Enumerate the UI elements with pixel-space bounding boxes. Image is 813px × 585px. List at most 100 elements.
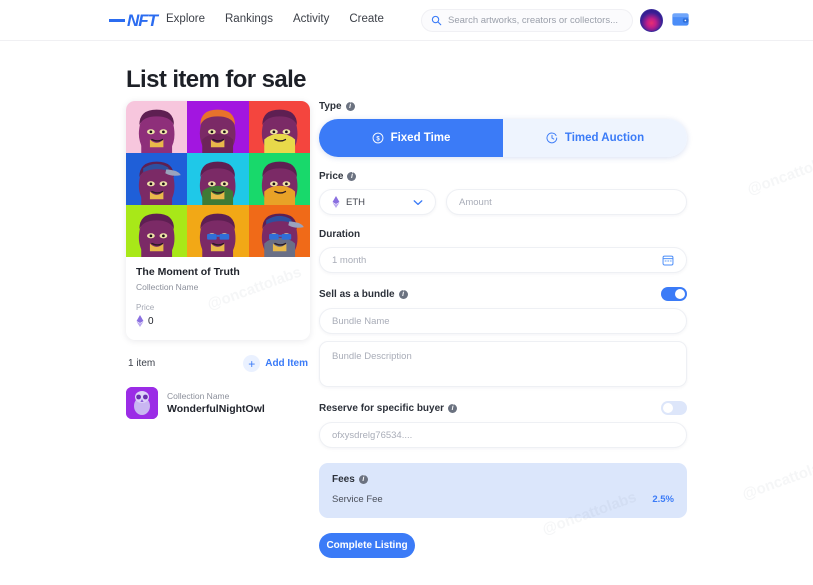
nav-item-activity[interactable]: Activity (293, 13, 329, 25)
owl-artwork (126, 387, 158, 419)
reserve-label: Reserve for specific buyer i (319, 403, 458, 414)
card-price-value: 0 (148, 315, 154, 327)
fees-label-text: Fees (332, 474, 355, 485)
dollar-circle-icon: $ (372, 132, 383, 144)
info-icon[interactable]: i (345, 102, 355, 111)
bundle-toggle[interactable] (661, 287, 687, 301)
avatar-artwork (138, 161, 181, 205)
page-title: List item for sale (126, 66, 307, 93)
price-row: ETH Amount (319, 189, 687, 215)
list-item[interactable]: Collection Name WonderfulNightOwl (126, 387, 310, 419)
bundle-description-input[interactable]: Bundle Description (319, 341, 687, 387)
bundle-name-row: Bundle Name (319, 308, 687, 334)
bundle-label: Sell as a bundle i (319, 289, 408, 300)
item-count: 1 item (128, 358, 156, 369)
type-label-text: Type (319, 101, 342, 112)
fee-value: 2.5% (652, 494, 674, 505)
add-item-button[interactable]: + Add Item (243, 355, 308, 372)
bundle-description-row: Bundle Description (319, 341, 687, 387)
type-option-fixed-time-label: Fixed Time (390, 132, 451, 144)
fee-name: Service Fee (332, 494, 383, 505)
type-toggle-group: $ Fixed Time Timed Auction (319, 119, 687, 157)
type-option-timed-auction-label: Timed Auction (564, 132, 645, 144)
listing-form: Type i $ Fixed Time Timed Auction Price … (319, 101, 687, 558)
price-label: Price i (319, 171, 687, 182)
ethereum-icon (136, 315, 144, 327)
bundle-name-input[interactable]: Bundle Name (319, 308, 687, 334)
bundle-description-placeholder: Bundle Description (332, 351, 412, 362)
logo[interactable]: NFT (109, 11, 158, 31)
currency-value: ETH (332, 196, 365, 208)
price-label-text: Price (319, 171, 344, 182)
type-label: Type i (319, 101, 687, 112)
svg-text:$: $ (376, 136, 380, 142)
duration-input[interactable]: 1 month (319, 247, 687, 273)
card-collection: Collection Name (136, 282, 199, 292)
info-icon[interactable]: i (347, 172, 357, 181)
info-icon[interactable]: i (358, 475, 368, 484)
nav-item-explore[interactable]: Explore (166, 13, 205, 25)
avatar[interactable] (640, 9, 663, 32)
info-icon[interactable]: i (398, 289, 408, 299)
item-thumbnail (126, 387, 158, 419)
currency-label: ETH (346, 196, 365, 208)
calendar-icon[interactable] (662, 254, 674, 266)
artwork-grid (126, 101, 310, 257)
toggle-knob (663, 403, 673, 413)
amount-placeholder: Amount (459, 196, 492, 208)
reserve-header: Reserve for specific buyer i (319, 401, 687, 415)
artwork-tile (187, 205, 249, 257)
plus-icon: + (243, 355, 261, 372)
item-name: WonderfulNightOwl (167, 403, 265, 415)
page-root: NFT Explore Rankings Activity Create Sea… (0, 0, 813, 585)
reserve-address-input[interactable]: ofxysdrelg76534.... (319, 422, 687, 448)
avatar-artwork (261, 109, 298, 153)
avatar-artwork (200, 161, 236, 205)
artwork-tile (248, 101, 310, 153)
chevron-down-icon (413, 199, 423, 205)
reserve-address-placeholder: ofxysdrelg76534.... (332, 429, 413, 441)
search-icon (431, 15, 442, 26)
preview-column: The Moment of Truth Collection Name Pric… (126, 101, 310, 419)
artwork-tile (248, 153, 310, 205)
avatar-artwork (138, 213, 175, 257)
logo-text: NFT (127, 11, 158, 30)
info-icon[interactable]: i (448, 403, 458, 413)
main-nav: Explore Rankings Activity Create (166, 13, 384, 25)
nav-item-rankings[interactable]: Rankings (225, 13, 273, 25)
wallet-icon[interactable] (671, 11, 690, 28)
fees-box: Fees i Service Fee 2.5% (319, 463, 687, 518)
complete-listing-button[interactable]: Complete Listing (319, 533, 415, 558)
card-price-label: Price (136, 303, 155, 312)
reserve-toggle[interactable] (661, 401, 687, 415)
item-text: Collection Name WonderfulNightOwl (167, 391, 265, 415)
bundle-label-text: Sell as a bundle (319, 288, 395, 300)
search-input[interactable]: Search artworks, creators or collectors.… (421, 9, 633, 32)
avatar-artwork (200, 109, 236, 153)
duration-label-text: Duration (319, 229, 361, 240)
avatar-artwork (200, 213, 236, 257)
amount-input[interactable]: Amount (446, 189, 687, 215)
clock-icon (546, 132, 558, 144)
artwork-tile (248, 205, 310, 257)
nft-preview-card[interactable]: The Moment of Truth Collection Name Pric… (126, 101, 310, 340)
watermark: @oncattolabs (745, 148, 813, 199)
logo-bar (109, 19, 125, 22)
type-option-fixed-time[interactable]: $ Fixed Time (319, 119, 503, 157)
card-info: The Moment of Truth Collection Name Pric… (126, 257, 310, 340)
type-option-timed-auction[interactable]: Timed Auction (503, 119, 687, 157)
items-bar: 1 item + Add Item (126, 355, 310, 372)
artwork-tile (187, 153, 249, 205)
fee-row: Service Fee 2.5% (332, 494, 674, 505)
item-collection: Collection Name (167, 391, 230, 401)
fees-label: Fees i (332, 474, 674, 485)
card-title: The Moment of Truth (136, 266, 240, 278)
currency-select[interactable]: ETH (319, 189, 436, 215)
bundle-name-placeholder: Bundle Name (332, 315, 390, 327)
artwork-tile (126, 101, 188, 153)
toggle-knob (675, 289, 685, 299)
avatar-artwork (261, 213, 304, 257)
duration-label: Duration (319, 229, 687, 240)
nav-item-create[interactable]: Create (349, 13, 384, 25)
artwork-tile (126, 205, 188, 257)
